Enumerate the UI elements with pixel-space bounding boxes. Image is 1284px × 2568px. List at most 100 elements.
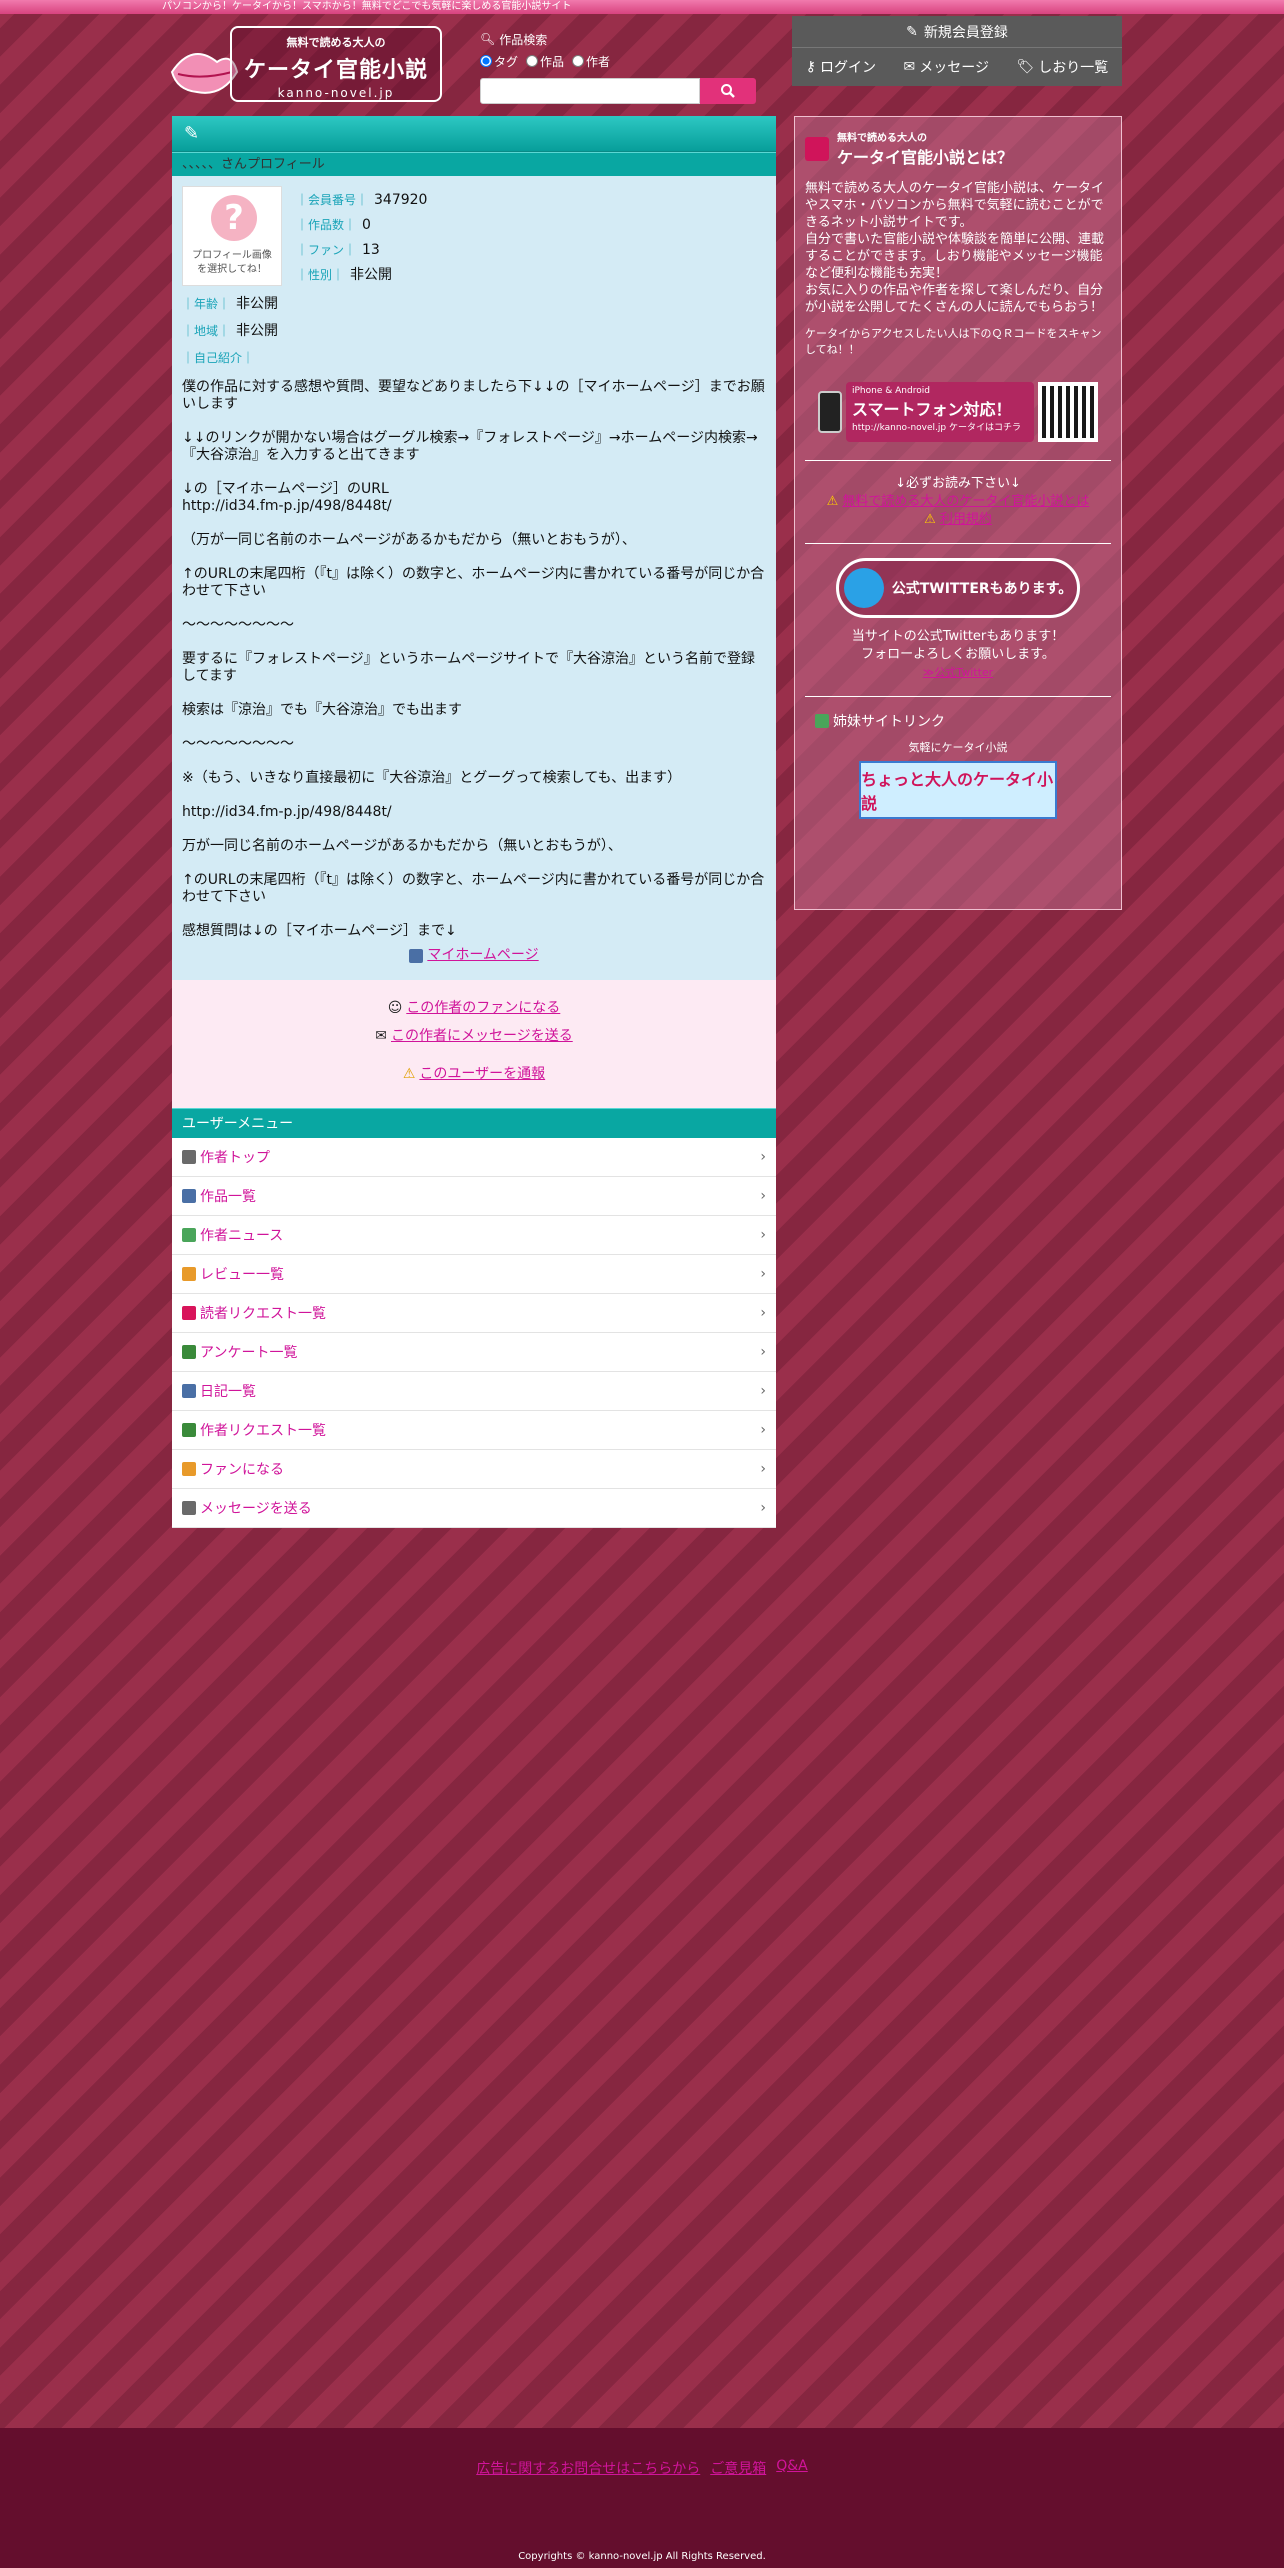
radio-work[interactable] (526, 55, 539, 67)
terms-link[interactable]: 利用規約 (940, 511, 992, 529)
mail-icon: ✉ (903, 59, 916, 75)
top-tagline: パソコンから！ケータイから！スマホから！無料でどこでも気軽に楽しめる官能小説サイ… (0, 0, 1284, 14)
chevron-right-icon: › (760, 1383, 766, 1399)
about-title-big: ケータイ官能小説とは？ (837, 148, 1014, 167)
user-menu-item[interactable]: レビュー一覧 › (172, 1255, 776, 1294)
faq-link[interactable]: Q&A (776, 2458, 808, 2478)
sp-line3: http://kanno-novel.jp (852, 423, 947, 433)
chevron-right-icon: › (760, 1227, 766, 1243)
avatar-caption1: プロフィール画像 (192, 250, 272, 261)
member-panel: ✎ 新規会員登録 ⚷ ログイン ✉ メッセージ 🏷︎ しおり一覧 (792, 16, 1122, 86)
user-menu-item[interactable]: アンケート一覧 › (172, 1333, 776, 1372)
bio-paragraph: ↑のURLの末尾四桁（『t』は除く）の数字と、ホームページ内に書かれている番号が… (182, 566, 765, 599)
homepage-link[interactable]: マイホームページ (427, 947, 538, 964)
chevron-right-icon: › (760, 1305, 766, 1321)
sister-links: 姉妹サイトリンク (815, 711, 1111, 731)
sister-subtitle: 気軽にケータイ小説 (908, 741, 1008, 754)
search-label: 作品検索 (499, 32, 548, 47)
user-menu-item[interactable]: ファンになる › (172, 1450, 776, 1489)
sp-line4: ケータイはコチラ (949, 423, 1022, 433)
search-option-author[interactable]: 作者 (572, 53, 610, 70)
pencil-icon: ✎ (184, 123, 200, 144)
user-menu-item-label: レビュー一覧 (200, 1267, 284, 1283)
register-button[interactable]: ✎ 新規会員登録 (792, 16, 1122, 48)
bio-paragraph: 僕の作品に対する感想や質問、要望などありましたら下↓↓の［マイホームページ］まで… (182, 379, 765, 412)
search-button[interactable] (700, 78, 756, 104)
logo-line3: kanno-novel.jp (277, 86, 395, 100)
about-title: 無料で読める大人の ケータイ官能小説とは？ (805, 129, 1111, 168)
age: ｜年齢｜ 非公開 (182, 296, 279, 312)
login-button[interactable]: ⚷ ログイン (806, 57, 876, 77)
user-menu-item[interactable]: 作品一覧 › (172, 1177, 776, 1216)
profile-heading: 、、、、、さんプロフィール (172, 152, 776, 176)
about-title-small: 無料で読める大人の (837, 133, 927, 144)
profile-actions: ☺ この作者のファンになる ✉ この作者にメッセージを送る ⚠ このユーザーを通報 (172, 980, 776, 1108)
logo-line1: 無料で読める大人の (286, 36, 386, 49)
user-menu-item-label: ファンになる (200, 1462, 284, 1478)
become-fan-link[interactable]: この作者のファンになる (406, 994, 560, 1022)
sp-line2: スマートフォン対応！ (852, 400, 1012, 419)
book-icon (815, 714, 829, 728)
bio-paragraph: ※（もう、いきなり直接最初に『大谷涼治』とグーグって検索しても、出ます） (182, 770, 682, 786)
avatar-caption2: を選択してね！ (197, 264, 267, 275)
bookmarks-button[interactable]: 🏷︎ しおり一覧 (1016, 57, 1108, 77)
search-option-tag[interactable]: タグ (480, 53, 518, 70)
bio-paragraph: （万が一同じ名前のホームページがあるかもだから（無いとおもうが）、 (182, 532, 636, 548)
send-message-link[interactable]: この作者にメッセージを送る (391, 1022, 573, 1050)
chevron-right-icon: › (760, 1461, 766, 1477)
review-icon (182, 1267, 196, 1281)
feedback-link[interactable]: ご意見箱 (710, 2458, 766, 2478)
divider (805, 543, 1111, 544)
footer: 広告に関するお問合せはこちらから ご意見箱 Q&A Copyrights © k… (0, 2428, 1284, 2568)
logo-line2: ケータイ官能小説 (243, 58, 428, 83)
report-user-link[interactable]: このユーザーを通報 (419, 1060, 545, 1088)
sidebar: 無料で読める大人の ケータイ官能小説とは？ 無料で読める大人のケータイ官能小説は… (794, 116, 1122, 910)
user-menu-item[interactable]: 作者リクエスト一覧 › (172, 1411, 776, 1450)
chevron-right-icon: › (760, 1149, 766, 1165)
user-menu-item-label: 作者トップ (200, 1150, 270, 1166)
sp-line1: iPhone & Android (852, 386, 930, 396)
user-menu-item[interactable]: 作者トップ › (172, 1138, 776, 1177)
smile-icon: ☺ (387, 1000, 403, 1016)
site-logo[interactable]: 無料で読める大人の ケータイ官能小説 kanno-novel.jp (162, 20, 444, 104)
user-menu-item[interactable]: 読者リクエスト一覧 › (172, 1294, 776, 1333)
qr-code (1038, 382, 1098, 442)
twitter-link[interactable]: ≫公式Twitter (923, 666, 993, 679)
sister-site-banner[interactable]: ちょっと大人のケータイ小説 (859, 761, 1057, 819)
bio-paragraph: 要するに『フォレストページ』というホームページサイトで『大谷涼治』という名前で登… (182, 651, 756, 684)
chevron-right-icon: › (760, 1422, 766, 1438)
ad-contact-link[interactable]: 広告に関するお問合せはこちらから (476, 2458, 700, 2478)
twitter-bird-icon (843, 568, 884, 608)
request-icon (182, 1423, 196, 1437)
about-description: 無料で読める大人のケータイ官能小説は、ケータイやスマホ・パソコンから無料で気軽に… (805, 181, 1105, 315)
user-menu-item[interactable]: 日記一覧 › (172, 1372, 776, 1411)
radio-tag[interactable] (480, 55, 492, 67)
radio-author[interactable] (572, 55, 585, 67)
search-option-work[interactable]: 作品 (526, 53, 564, 70)
sister-title: 姉妹サイトリンク (833, 714, 945, 730)
smartphone-banner[interactable]: iPhone & Android スマートフォン対応！ http://kanno… (818, 378, 1098, 446)
news-icon (182, 1228, 196, 1242)
user-menu-item[interactable]: メッセージを送る › (172, 1489, 776, 1528)
works-count: ｜作品数｜ 0 (296, 217, 371, 233)
profile-panel: ? プロフィール画像 を選択してね！ ｜会員番号｜ 347920 ｜作品数｜ 0 ｜… (172, 176, 776, 980)
twitter-banner[interactable]: 公式TWITTERもあります。 (836, 558, 1080, 618)
user-menu-item-label: 作品一覧 (200, 1189, 256, 1205)
fans-count: ｜ファン｜ 13 (296, 242, 380, 258)
user-menu-item-label: 読者リクエスト一覧 (200, 1306, 326, 1322)
chevron-right-icon: › (760, 1500, 766, 1516)
book-icon (409, 948, 424, 963)
member-number: ｜会員番号｜ 347920 (296, 192, 428, 208)
search-area: 🔍︎ 作品検索 タグ 作品 作者 (480, 30, 756, 104)
bio-paragraph: ↓↓のリンクが開かない場合はグーグル検索→『フォレストページ』→ホームページ内検… (182, 430, 758, 463)
bio-paragraph: 〜〜〜〜〜〜〜〜 (182, 736, 294, 752)
bio-paragraph: 〜〜〜〜〜〜〜〜 (182, 617, 294, 633)
qr-note: ケータイからアクセスしたい人は下のＱＲコードをスキャンしてね！！ (805, 327, 1102, 356)
user-menu-item[interactable]: 作者ニュース › (172, 1216, 776, 1255)
phone-icon (818, 391, 842, 433)
about-link[interactable]: 無料で読める大人のケータイ官能小説とは (842, 493, 1089, 511)
search-input[interactable] (480, 78, 700, 104)
warning-icon: ⚠ (924, 512, 936, 527)
book-icon (182, 1189, 196, 1203)
message-button[interactable]: ✉ メッセージ (903, 57, 988, 77)
